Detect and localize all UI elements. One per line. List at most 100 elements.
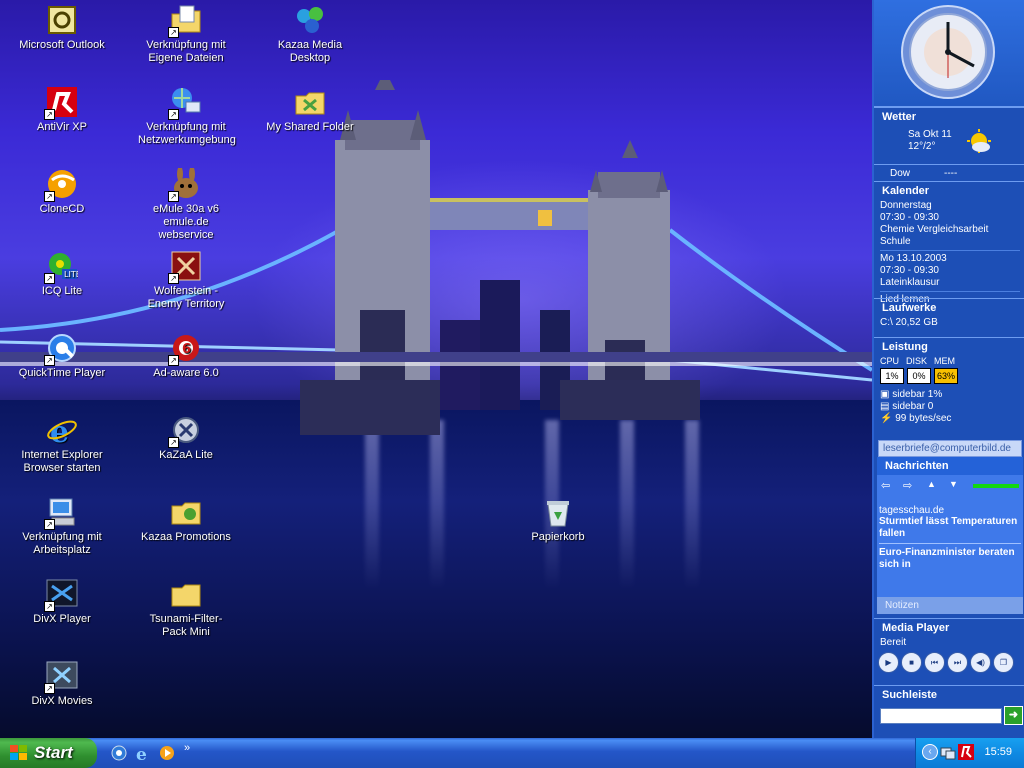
desktop-icon-my-documents[interactable]: ↗ Verknüpfung mit Eigene Dateien xyxy=(138,4,234,65)
notes-tab[interactable]: Notizen xyxy=(877,597,1023,614)
quicklaunch-chevron[interactable]: » xyxy=(184,742,190,754)
news-title[interactable]: Nachrichten xyxy=(877,457,1023,475)
performance-widget[interactable]: Leistung CPU DISK MEM 1% 0% 63% ▣ sidebar 1%… xyxy=(874,337,1024,438)
process-icon: ▣ xyxy=(880,389,890,400)
start-button[interactable]: Start xyxy=(0,738,97,768)
desktop-icon-icq[interactable]: LITE ↗ ICQ Lite xyxy=(14,250,110,298)
desktop-icon-kazaa[interactable]: Kazaa Media Desktop xyxy=(262,4,358,65)
calendar-title: Kalender xyxy=(882,185,930,197)
stop-button[interactable]: ■ xyxy=(901,652,922,673)
search-input[interactable] xyxy=(880,708,1002,724)
desktop-icon-adaware[interactable]: 6 ↗ Ad-aware 6.0 xyxy=(138,332,234,380)
media-player-widget[interactable]: Media Player Bereit ▶ ■ ⏮ ⏭ ◀) ❐ xyxy=(874,618,1024,685)
shortcut-arrow-icon: ↗ xyxy=(168,273,179,284)
desktop-icon-my-computer[interactable]: ↗ Verknüpfung mit Arbeitsplatz xyxy=(14,496,110,557)
antivir-tray-icon[interactable] xyxy=(958,744,974,763)
disk-label: DISK xyxy=(906,356,928,366)
desktop-icon-label: Kazaa Media Desktop xyxy=(277,39,343,64)
desktop-icon-emule[interactable]: ↗ eMule 30a v6 emule.de webservice xyxy=(138,168,234,242)
desktop-icon-label: Ad-aware 6.0 xyxy=(153,367,219,379)
calendar-divider xyxy=(880,291,1020,292)
search-go-button[interactable]: ➜ xyxy=(1004,706,1023,725)
news-source[interactable]: tagesschau.de xyxy=(877,505,1023,516)
previous-button[interactable]: ⏮ xyxy=(924,652,945,673)
analog-clock-icon xyxy=(901,5,995,99)
drives-widget[interactable]: Laufwerke C:\ 20,52 GB xyxy=(874,298,1024,337)
wallpaper-reflection xyxy=(685,420,699,590)
analog-clock-widget[interactable] xyxy=(874,0,1024,107)
process-disk: sidebar 0 xyxy=(892,401,934,412)
cpu-label: CPU xyxy=(880,356,900,366)
up-arrow-icon[interactable]: ▲ xyxy=(927,479,936,489)
shortcut-arrow-icon: ↗ xyxy=(44,519,55,530)
down-arrow-icon[interactable]: ▼ xyxy=(949,479,958,489)
tower-bridge-illustration xyxy=(0,80,872,435)
previous-icon: ⏮ xyxy=(930,658,939,667)
desktop-icon-label: DivX Movies xyxy=(31,695,93,707)
desktop-icon-label: My Shared Folder xyxy=(266,121,354,133)
desktop-icon-antivir[interactable]: ↗ AntiVir XP xyxy=(14,86,110,134)
network-tray-icon[interactable] xyxy=(940,744,956,763)
desktop-icon-label: Tsunami-Filter-Pack Mini xyxy=(149,613,223,638)
next-icon: ⏭ xyxy=(953,658,962,667)
open-player-button[interactable]: ❐ xyxy=(993,652,1014,673)
desktop-icon-label: DivX Player xyxy=(33,613,91,625)
cpu-meter: 1% xyxy=(880,368,904,384)
quicklaunch-media-icon[interactable] xyxy=(110,744,128,762)
kazaa-icon xyxy=(294,4,326,36)
mem-label: MEM xyxy=(934,356,955,366)
quicklaunch-internet-explorer-icon[interactable]: e xyxy=(134,744,152,765)
network-icon: ↗ xyxy=(168,86,202,120)
desktop-icon-network[interactable]: ↗ Verknüpfung mit Netzwerkumgebung xyxy=(138,86,236,147)
weather-widget[interactable]: Wetter Sa Okt 11 12°/2° xyxy=(874,107,1024,164)
next-button[interactable]: ⏭ xyxy=(947,652,968,673)
desktop-icon-wolfenstein[interactable]: ↗ Wolfenstein - Enemy Territory xyxy=(138,250,234,311)
desktop-icon-divx-movies[interactable]: ↗ DivX Movies xyxy=(14,660,110,708)
weather-date: Sa Okt 11 xyxy=(908,129,952,140)
calendar-event[interactable]: Chemie Vergleichsarbeit Schule xyxy=(874,224,1024,248)
news-widget[interactable]: ⇦ ⇨ ▲ ▼ tagesschau.de Sturmtief lässt Te… xyxy=(877,475,1023,597)
desktop-icon-quicktime[interactable]: ↗ QuickTime Player xyxy=(14,332,110,380)
desktop-icon-internet-explorer[interactable]: e Internet Explorer Browser starten xyxy=(14,414,110,475)
network-rate: 99 bytes/sec xyxy=(895,413,952,424)
show-hidden-icons-button[interactable]: ‹ xyxy=(922,744,938,760)
quicklaunch-media-player-icon[interactable] xyxy=(158,744,176,762)
back-arrow-icon[interactable]: ⇦ xyxy=(881,479,890,492)
process-cpu: sidebar 1% xyxy=(892,389,943,400)
search-title: Suchleiste xyxy=(882,689,938,701)
wolfenstein-icon: ↗ xyxy=(168,250,202,284)
dow-label: Dow xyxy=(890,168,911,179)
desktop-icon-outlook[interactable]: Microsoft Outlook xyxy=(14,4,110,52)
email-tab[interactable]: leserbriefe@computerbild.de xyxy=(878,440,1022,457)
stock-ticker-widget[interactable]: Dow ---- xyxy=(874,164,1024,181)
desktop-icon-label: Verknüpfung mit Netzwerkumgebung xyxy=(138,121,236,146)
desktop-icon-divx-player[interactable]: ↗ DivX Player xyxy=(14,578,110,626)
calendar-widget[interactable]: Kalender Donnerstag 07:30 - 09:30 Chemie… xyxy=(874,181,1024,305)
arrow-right-icon: ➜ xyxy=(1008,709,1019,721)
calendar-event[interactable]: Lateinklausur xyxy=(874,277,1024,289)
desktop-icon-label: Microsoft Outlook xyxy=(19,39,105,51)
calendar-time: 07:30 - 09:30 xyxy=(880,212,939,223)
desktop-icon-tsunami-folder[interactable]: Tsunami-Filter-Pack Mini xyxy=(138,578,234,639)
disk-meter: 0% xyxy=(907,368,931,384)
search-widget[interactable]: Suchleiste ➜ xyxy=(874,685,1024,728)
desktop-icon-clonecd[interactable]: ↗ CloneCD xyxy=(14,168,110,216)
desktop-icon-recycle-bin[interactable]: Papierkorb xyxy=(510,496,606,544)
shortcut-arrow-icon: ↗ xyxy=(168,355,179,366)
forward-arrow-icon[interactable]: ⇨ xyxy=(903,479,912,492)
volume-button[interactable]: ◀) xyxy=(970,652,991,673)
svg-text:LITE: LITE xyxy=(64,270,78,279)
play-button[interactable]: ▶ xyxy=(878,652,899,673)
taskbar-clock[interactable]: 15:59 xyxy=(984,746,1012,758)
desktop-icon-label: Verknüpfung mit Arbeitsplatz xyxy=(22,531,102,556)
news-headline[interactable]: Euro-Finanzminister beraten sich in xyxy=(877,547,1023,571)
desktop-icon-kazaa-promotions[interactable]: Kazaa Promotions xyxy=(138,496,234,544)
wallpaper-reflection xyxy=(365,420,379,590)
my-computer-icon: ↗ xyxy=(44,496,78,530)
desktop-icon-shared-folder[interactable]: My Shared Folder xyxy=(262,86,358,134)
divx-movies-icon: ↗ xyxy=(44,660,78,694)
internet-explorer-icon: e xyxy=(46,414,78,446)
desktop-icon-kazaa-lite[interactable]: ↗ KaZaA Lite xyxy=(138,414,234,462)
news-headline[interactable]: Sturmtief lässt Temperaturen fallen xyxy=(877,516,1023,540)
desktop-icon-label: Verknüpfung mit Eigene Dateien xyxy=(146,39,226,64)
